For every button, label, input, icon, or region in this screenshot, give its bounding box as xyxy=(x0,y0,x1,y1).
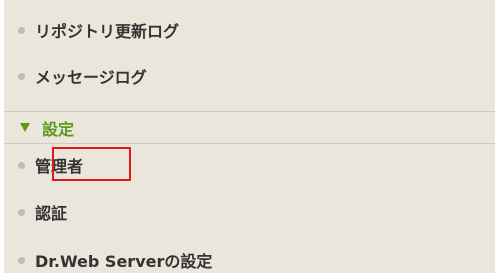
menu-item-repository-update-log[interactable]: リポジトリ更新ログ xyxy=(18,10,179,50)
bullet-icon xyxy=(18,72,25,80)
menu-item-label: 認証 xyxy=(35,204,68,223)
bullet-icon xyxy=(18,208,25,216)
menu-item-authentication[interactable]: 認証 xyxy=(18,192,67,232)
menu-item-label: リポジトリ更新ログ xyxy=(35,22,180,41)
bullet-icon xyxy=(18,161,25,169)
navigation-panel: リポジトリ更新ログ メッセージログ 設定 管理者 認証 Dr.Web Serve… xyxy=(4,0,495,273)
menu-item-administrators[interactable]: 管理者 xyxy=(18,145,83,185)
bullet-icon xyxy=(18,256,25,264)
menu-item-label: 管理者 xyxy=(35,157,84,176)
expand-triangle-icon xyxy=(20,123,30,132)
menu-item-drweb-server-settings[interactable]: Dr.Web Serverの設定 xyxy=(18,240,212,280)
menu-item-label: Dr.Web Serverの設定 xyxy=(35,252,213,271)
section-divider xyxy=(4,143,495,144)
section-title: 設定 xyxy=(42,119,75,139)
bullet-icon xyxy=(18,26,25,34)
menu-item-message-log[interactable]: メッセージログ xyxy=(18,56,147,96)
section-header-settings[interactable]: 設定 xyxy=(4,112,495,143)
menu-item-label: メッセージログ xyxy=(35,68,147,87)
